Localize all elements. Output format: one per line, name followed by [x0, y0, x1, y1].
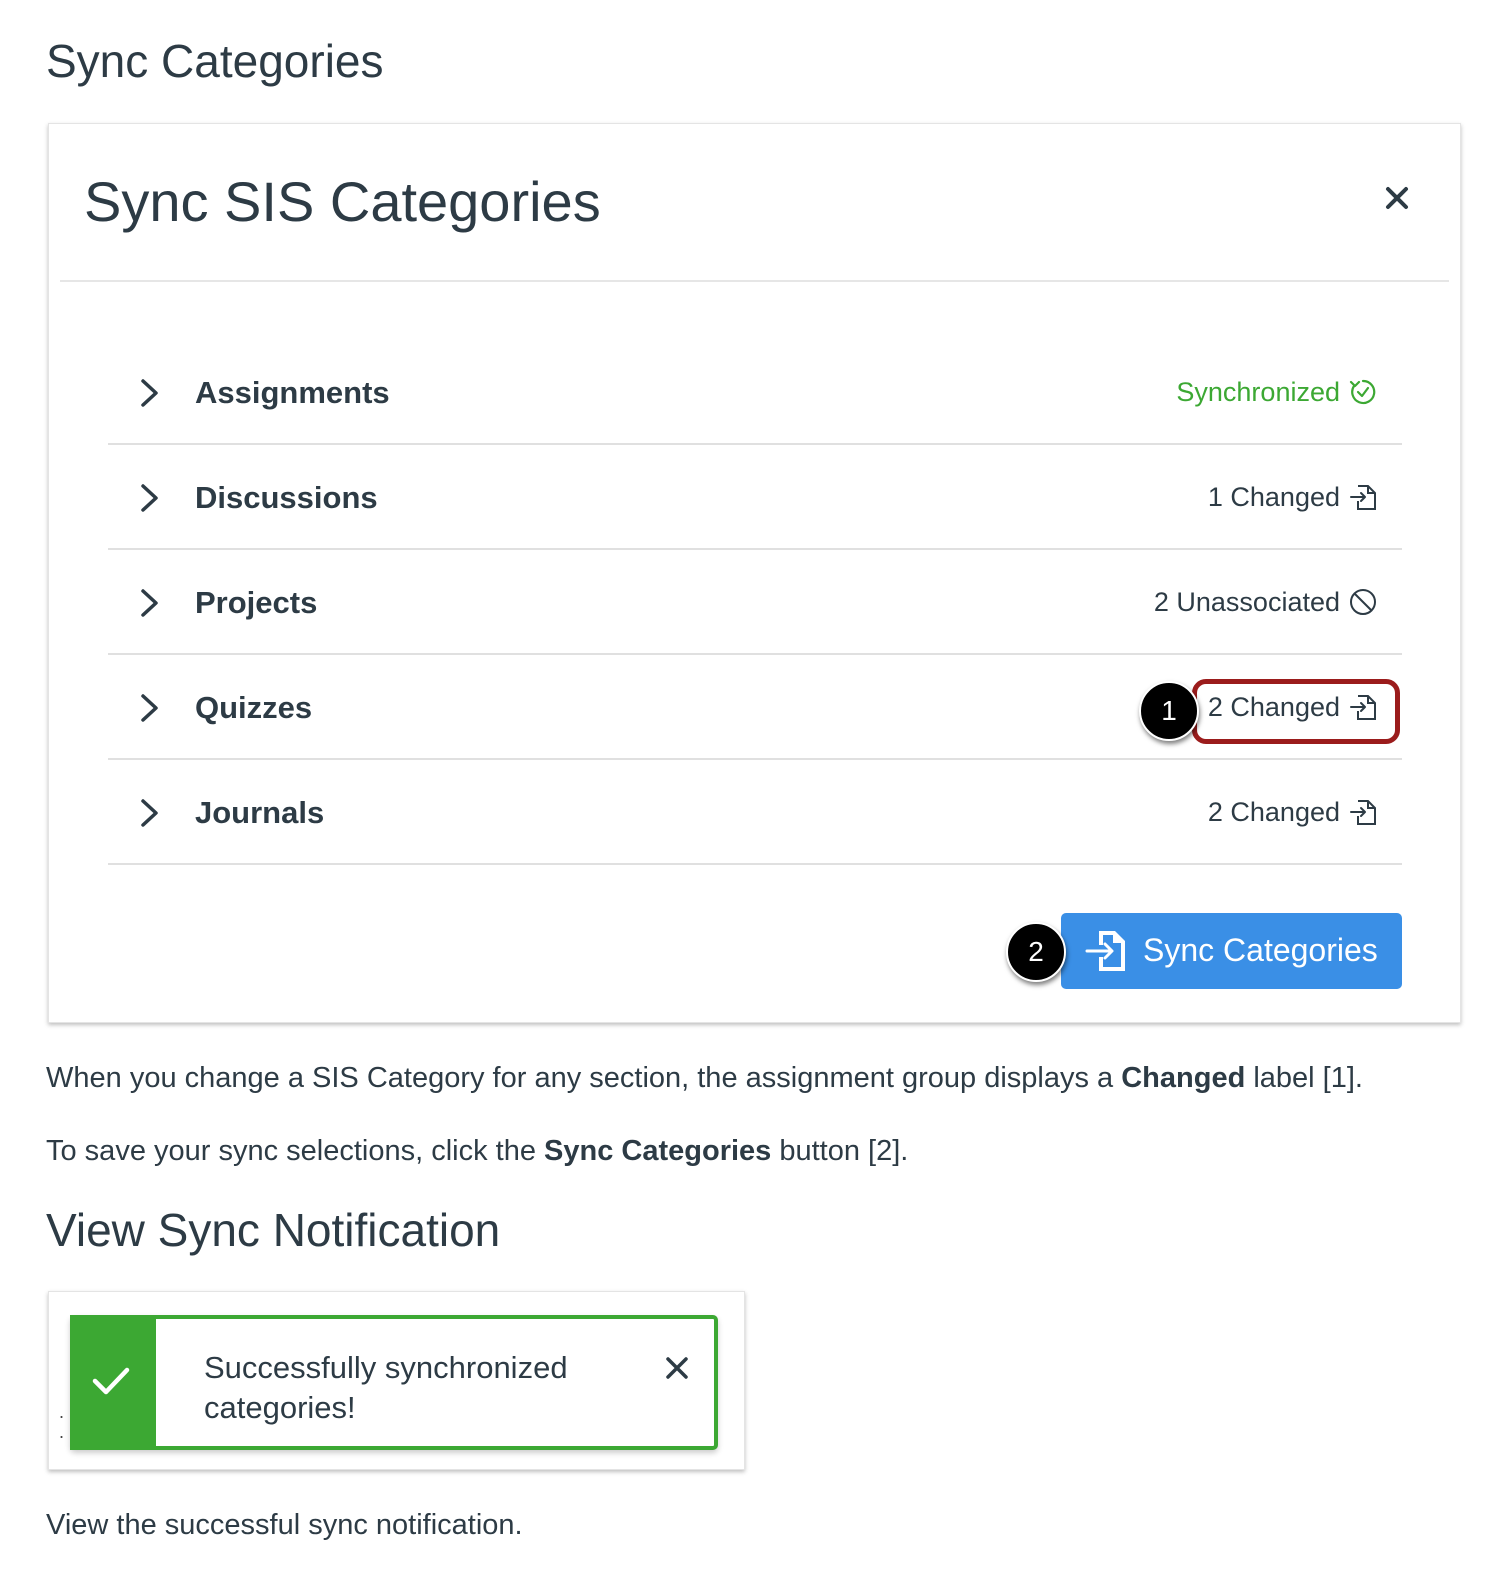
- category-name: Journals: [195, 795, 325, 830]
- sync-file-icon: [1085, 931, 1125, 971]
- modal-title: Sync SIS Categories: [84, 170, 601, 233]
- category-name: Discussions: [195, 480, 378, 515]
- paragraph-text: label [1].: [1245, 1062, 1363, 1094]
- sync-categories-button-label: Sync Categories: [1143, 932, 1378, 968]
- sync-sis-categories-modal: Sync SIS Categories Assignments Synchron…: [48, 123, 1461, 1023]
- unassociated-icon: [1350, 589, 1376, 615]
- category-row-projects[interactable]: Projects 2 Unassociated: [108, 550, 1402, 655]
- status-badge: 1 Changed: [1208, 482, 1378, 512]
- changed-file-icon: [1350, 485, 1376, 510]
- category-name: Quizzes: [195, 690, 313, 725]
- paragraph-sync-button: To save your sync selections, click the …: [46, 1137, 908, 1166]
- paragraph-text: When you change a SIS Category for any s…: [46, 1062, 1122, 1094]
- status-label: 1 Changed: [1207, 481, 1340, 512]
- paragraph-text: button [2].: [771, 1135, 909, 1167]
- chevron-right-icon[interactable]: [140, 798, 160, 828]
- changed-label-highlight: [1192, 679, 1400, 744]
- decorative-dots: ..: [59, 1402, 65, 1442]
- status-label: 2 Changed: [1207, 796, 1340, 827]
- paragraph-bold-text: Sync Categories: [544, 1135, 772, 1167]
- paragraph-view-notification: View the successful sync notification.: [46, 1509, 523, 1541]
- callout-badge-2: 2: [1006, 922, 1066, 982]
- category-name: Projects: [195, 585, 318, 620]
- checkmark-icon: [92, 1367, 130, 1395]
- chevron-right-icon[interactable]: [140, 693, 160, 723]
- category-row-journals[interactable]: Journals 2 Changed: [108, 760, 1402, 865]
- status-badge: 2 Unassociated: [1154, 587, 1378, 617]
- notification-message: Successfully synchronized categories!: [204, 1350, 568, 1425]
- chevron-right-icon[interactable]: [140, 378, 160, 408]
- close-icon[interactable]: [664, 1355, 690, 1381]
- status-label: Synchronized: [1176, 376, 1340, 407]
- changed-file-icon: [1350, 800, 1376, 825]
- category-name: Assignments: [195, 375, 390, 410]
- synchronized-check-icon: [1349, 379, 1376, 405]
- chevron-right-icon[interactable]: [140, 588, 160, 618]
- heading-view-sync-notification: View Sync Notification: [46, 1204, 501, 1256]
- sync-categories-button[interactable]: Sync Categories: [1061, 913, 1402, 989]
- heading-sync-categories: Sync Categories: [46, 35, 384, 87]
- category-row-discussions[interactable]: Discussions 1 Changed: [108, 445, 1402, 550]
- status-label: 2 Unassociated: [1153, 586, 1340, 617]
- paragraph-text: To save your sync selections, click the: [46, 1135, 545, 1167]
- status-badge: 2 Changed: [1208, 797, 1378, 827]
- chevron-right-icon[interactable]: [140, 483, 160, 513]
- close-icon[interactable]: [1383, 184, 1411, 212]
- success-bar: [70, 1315, 156, 1450]
- category-row-assignments[interactable]: Assignments Synchronized: [108, 340, 1402, 445]
- status-badge: Synchronized: [1176, 377, 1378, 407]
- paragraph-bold-text: Changed: [1121, 1062, 1246, 1094]
- notification-screenshot: .. Successfully synchronized categories!: [48, 1291, 745, 1470]
- modal-divider: [60, 280, 1449, 282]
- callout-badge-1: 1: [1139, 681, 1199, 741]
- paragraph-changed-label: When you change a SIS Category for any s…: [46, 1064, 1363, 1093]
- success-notification: Successfully synchronized categories!: [70, 1315, 718, 1450]
